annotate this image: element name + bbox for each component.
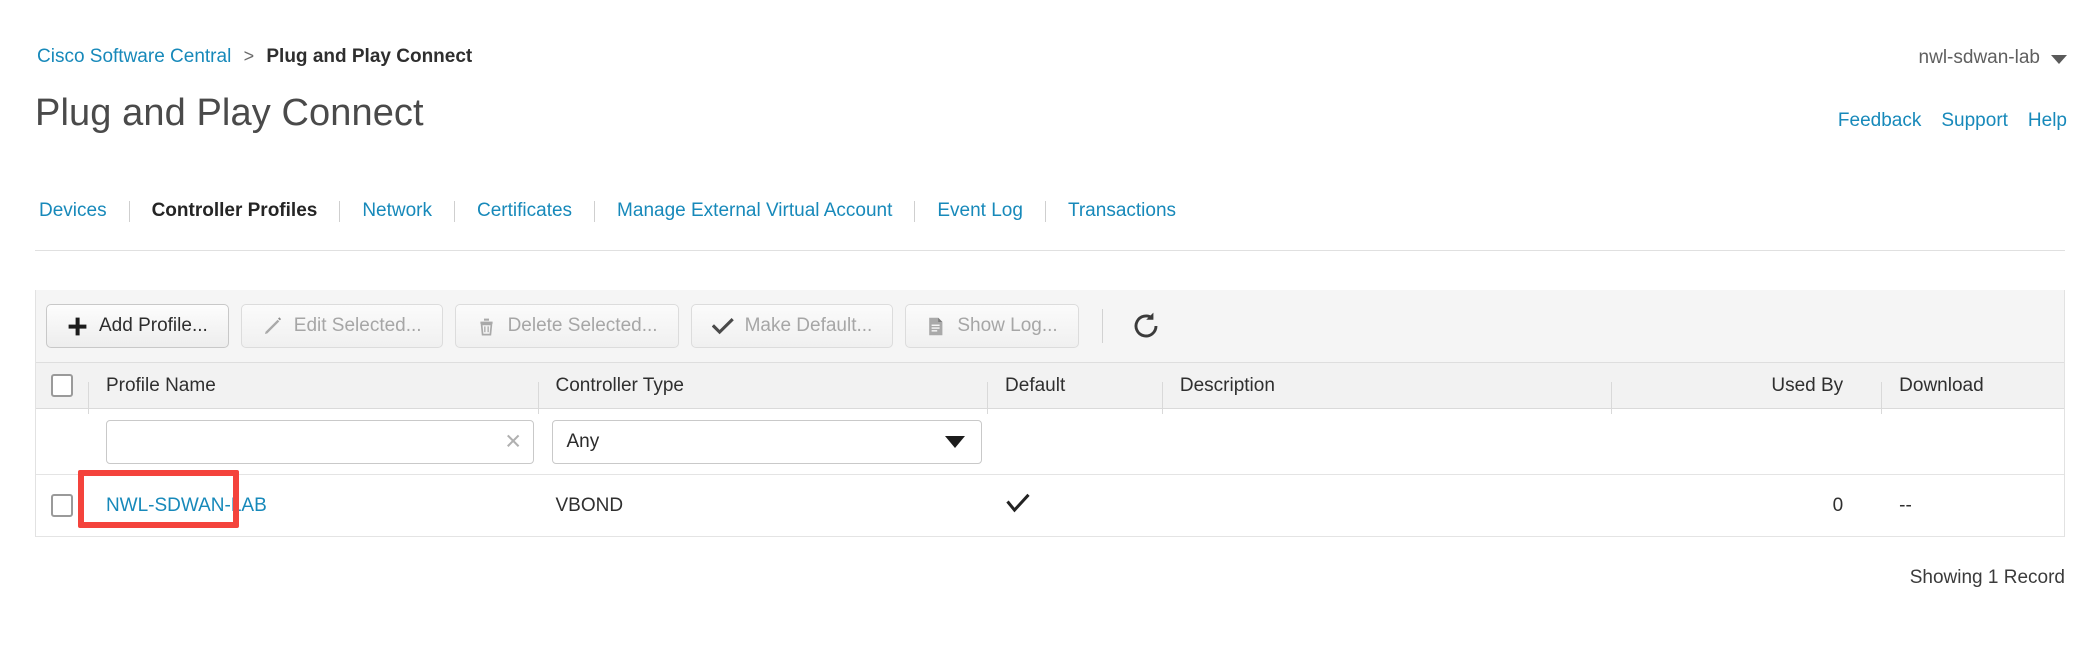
refresh-button[interactable]	[1126, 306, 1166, 346]
record-count-label: Showing 1 Record	[1909, 567, 2065, 588]
support-link[interactable]: Support	[1941, 110, 2008, 132]
refresh-icon	[1130, 310, 1162, 342]
column-header-profile-name[interactable]: Profile Name	[87, 375, 538, 414]
nav-bottom-border	[35, 250, 2065, 251]
tab-network[interactable]: Network	[358, 200, 436, 222]
plug-and-play-connect-page: Cisco Software Central > Plug and Play C…	[0, 0, 2100, 649]
account-menu[interactable]: nwl-sdwan-lab	[1919, 47, 2067, 69]
caret-down-icon	[944, 435, 965, 448]
filter-profile-name-cell: ✕	[88, 419, 538, 464]
add-profile-label: Add Profile...	[99, 315, 208, 336]
document-icon	[926, 316, 946, 337]
chevron-down-icon	[2051, 55, 2067, 64]
column-header-download[interactable]: Download	[1881, 375, 2064, 414]
controller-profiles-grid: Profile Name Controller Type Default Des…	[35, 362, 2065, 537]
grid-filter-row: ✕ Any	[36, 409, 2064, 475]
nav-divider	[594, 200, 596, 222]
breadcrumb: Cisco Software Central > Plug and Play C…	[37, 46, 472, 68]
cell-default	[987, 492, 1162, 520]
pencil-icon	[262, 316, 283, 337]
breadcrumb-separator: >	[243, 46, 255, 66]
make-default-label: Make Default...	[744, 315, 873, 336]
utility-links: Feedback Support Help	[1838, 110, 2067, 132]
column-header-default[interactable]: Default	[987, 375, 1162, 414]
trash-icon	[476, 316, 497, 337]
edit-selected-button[interactable]: Edit Selected...	[240, 304, 443, 348]
account-name: nwl-sdwan-lab	[1918, 47, 2040, 68]
tab-transactions[interactable]: Transactions	[1064, 200, 1180, 222]
main-nav-tabs: Devices Controller Profiles Network Cert…	[35, 200, 1180, 222]
tab-controller-profiles[interactable]: Controller Profiles	[148, 200, 322, 222]
page-title: Plug and Play Connect	[35, 92, 424, 134]
table-row: NWL-SDWAN-LAB VBOND 0 --	[36, 475, 2064, 537]
breadcrumb-link-cisco-software-central[interactable]: Cisco Software Central	[37, 46, 231, 67]
select-all-cell[interactable]	[36, 374, 88, 397]
breadcrumb-current: Plug and Play Connect	[266, 46, 473, 67]
delete-selected-button[interactable]: Delete Selected...	[454, 304, 679, 348]
help-link[interactable]: Help	[2028, 110, 2067, 132]
filter-controller-type-cell: Any	[538, 419, 988, 464]
make-default-button[interactable]: Make Default...	[690, 304, 894, 348]
row-select-cell[interactable]	[36, 494, 88, 517]
nav-divider	[454, 200, 456, 222]
tab-manage-external-virtual-account[interactable]: Manage External Virtual Account	[613, 200, 896, 222]
grid-toolbar: Add Profile... Edit Selected... Delete S…	[35, 290, 2065, 362]
column-header-description[interactable]: Description	[1161, 375, 1612, 414]
profile-name-link[interactable]: NWL-SDWAN-LAB	[106, 495, 267, 516]
feedback-link[interactable]: Feedback	[1838, 110, 1921, 132]
checkbox-unchecked-icon[interactable]	[50, 494, 73, 517]
show-log-button[interactable]: Show Log...	[905, 304, 1079, 348]
cell-used-by: 0	[1832, 494, 1844, 516]
check-icon	[711, 316, 734, 337]
plus-icon	[67, 316, 88, 337]
nav-divider	[128, 200, 130, 222]
nav-divider	[914, 200, 916, 222]
filter-profile-name-wrap: ✕	[105, 419, 534, 464]
cell-profile-name: NWL-SDWAN-LAB	[88, 495, 538, 517]
column-header-used-by[interactable]: Used By	[1611, 375, 1881, 414]
edit-selected-label: Edit Selected...	[293, 315, 422, 336]
column-header-controller-type[interactable]: Controller Type	[537, 375, 988, 414]
tab-devices[interactable]: Devices	[35, 200, 111, 222]
show-log-label: Show Log...	[957, 315, 1058, 336]
cell-download: --	[1899, 494, 1912, 516]
search-input[interactable]	[105, 419, 534, 464]
add-profile-button[interactable]: Add Profile...	[46, 304, 229, 348]
cell-controller-type: VBOND	[555, 494, 624, 516]
tab-event-log[interactable]: Event Log	[933, 200, 1027, 222]
tab-certificates[interactable]: Certificates	[473, 200, 576, 222]
nav-divider	[1044, 200, 1046, 222]
clear-x-icon[interactable]: ✕	[504, 431, 522, 452]
controller-type-selected-value: Any	[566, 430, 600, 452]
toolbar-divider	[1101, 309, 1103, 343]
delete-selected-label: Delete Selected...	[507, 315, 658, 336]
controller-type-select[interactable]: Any	[551, 419, 982, 464]
nav-divider	[339, 200, 341, 222]
checkbox-unchecked-icon[interactable]	[50, 374, 73, 397]
check-mark-icon	[1005, 492, 1031, 520]
grid-header-row: Profile Name Controller Type Default Des…	[36, 362, 2064, 414]
